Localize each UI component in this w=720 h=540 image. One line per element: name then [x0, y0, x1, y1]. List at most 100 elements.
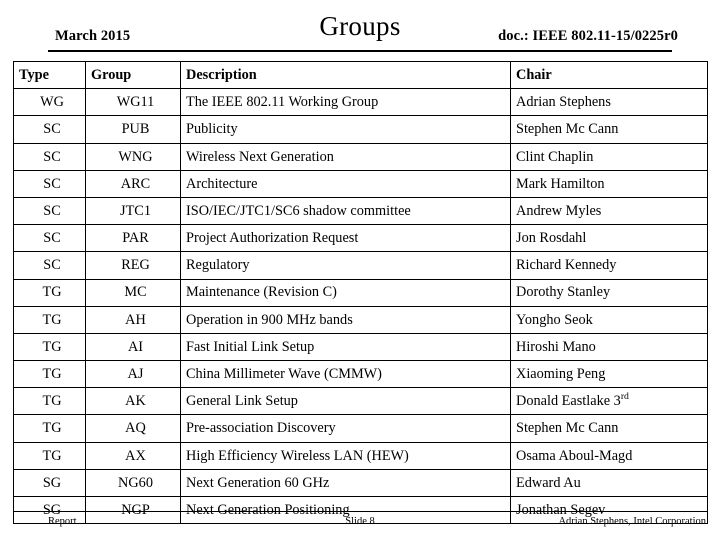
cell-group: PAR — [85, 224, 181, 253]
cell-group: AH — [85, 305, 181, 334]
header-divider — [48, 50, 672, 52]
table-row: SG NG60 Next Generation 60 GHz Edward Au — [13, 468, 708, 498]
cell-chair: Xiaoming Peng — [510, 360, 708, 389]
chair-name: Xiaoming Peng — [516, 366, 606, 382]
column-header-description: Description — [180, 60, 511, 90]
cell-description: Maintenance (Revision C) — [180, 278, 511, 307]
cell-chair: Jon Rosdahl — [510, 224, 708, 253]
cell-description: The IEEE 802.11 Working Group — [180, 88, 511, 117]
cell-chair: Clint Chaplin — [510, 142, 708, 171]
cell-type: SC — [13, 169, 86, 198]
chair-name: Donald Eastlake 3 — [516, 393, 621, 410]
cell-group: WG11 — [85, 88, 181, 117]
cell-type: SC — [13, 196, 86, 226]
cell-chair: Adrian Stephens — [510, 88, 708, 117]
table-row: SC WNG Wireless Next Generation Clint Chapl… — [13, 142, 708, 171]
cell-chair: Osama Aboul-Magd — [510, 441, 708, 470]
table-row: SC REG Regulatory Richard Kennedy — [13, 251, 708, 280]
chair-name: Stephen Mc Cann — [516, 121, 619, 138]
table-row: WG WG11 The IEEE 802.11 Working Group Adria… — [13, 88, 708, 117]
chair-name: Andrew Myles — [516, 202, 602, 219]
header-doc-reference: doc.: IEEE 802.11-15/0225r0 — [498, 28, 678, 44]
cell-description: Project Authorization Request — [180, 224, 511, 253]
cell-type: TG — [13, 387, 86, 416]
cell-chair: Hiroshi Mano — [510, 332, 708, 362]
column-header-chair: Chair — [510, 60, 708, 90]
chair-name-ordinal-suffix: rd — [620, 391, 629, 403]
cell-description: Pre-association Discovery — [180, 414, 511, 443]
chair-name: Adrian Stephens — [516, 94, 611, 111]
table-row: SC JTC1 ISO/IEC/JTC1/SC6 shadow committee A… — [13, 196, 708, 226]
chair-name: Edward Au — [516, 474, 581, 491]
cell-description: Operation in 900 MHz bands — [180, 305, 511, 334]
cell-group: AX — [85, 441, 181, 470]
groups-table-container: Type Group Description Chair WG WG11 The I… — [13, 60, 708, 525]
cell-chair: Stephen Mc Cann — [510, 414, 708, 443]
footer-divider — [13, 511, 707, 513]
table-header: Type Group Description Chair — [13, 60, 708, 90]
table-row: SC ARC Architecture Mark Hamilton — [13, 169, 708, 198]
table-row: TG AQ Pre-association Discovery Stephen Mc … — [13, 414, 708, 443]
chair-name: Clint Chaplin — [516, 148, 594, 165]
cell-chair: Dorothy Stanley — [510, 278, 708, 307]
cell-description: High Efficiency Wireless LAN (HEW) — [180, 441, 511, 470]
cell-group: PUB — [85, 115, 181, 144]
chair-name: Dorothy Stanley — [516, 284, 611, 301]
table-row: SC PUB Publicity Stephen Mc Cann — [13, 115, 708, 144]
table-row: TG MC Maintenance (Revision C) Dorothy Stan… — [13, 278, 708, 307]
cell-description: Fast Initial Link Setup — [180, 332, 511, 362]
cell-group: WNG — [85, 142, 181, 171]
chair-name: Osama Aboul-Magd — [516, 447, 633, 464]
cell-type: TG — [13, 441, 86, 470]
slide-footer: Report Slide 8 Adrian Stephens, Intel Co… — [0, 511, 720, 540]
cell-type: SC — [13, 115, 86, 144]
table-row: TG AH Operation in 900 MHz bands Yongho Seo… — [13, 305, 708, 334]
cell-group: AK — [85, 387, 181, 416]
cell-type: SG — [13, 468, 86, 498]
cell-description: Regulatory — [180, 251, 511, 280]
cell-type: TG — [13, 332, 86, 362]
table-row: TG AK General Link Setup Donald Eastlake 3r… — [13, 387, 708, 416]
cell-type: TG — [13, 305, 86, 334]
cell-group: ARC — [85, 169, 181, 198]
chair-name: Stephen Mc Cann — [516, 420, 619, 437]
chair-name: Hiroshi Mano — [516, 338, 596, 355]
cell-group: AJ — [85, 360, 181, 389]
groups-table: Type Group Description Chair WG WG11 The I… — [13, 60, 708, 525]
footer-attribution: Adrian Stephens, Intel Corporation — [558, 516, 706, 527]
cell-description: Publicity — [180, 115, 511, 144]
cell-description: Architecture — [180, 169, 511, 198]
cell-type: TG — [13, 414, 86, 443]
cell-description: Wireless Next Generation — [180, 142, 511, 171]
table-row: TG AX High Efficiency Wireless LAN (HEW) Os… — [13, 441, 708, 470]
table-header-row: Type Group Description Chair — [13, 60, 708, 90]
column-header-type: Type — [13, 60, 86, 90]
chair-name: Yongho Seok — [516, 311, 593, 328]
cell-group: JTC1 — [85, 196, 181, 226]
cell-description: Next Generation 60 GHz — [180, 468, 511, 498]
cell-chair: Stephen Mc Cann — [510, 115, 708, 144]
column-header-group: Group — [85, 60, 181, 90]
cell-chair: Edward Au — [510, 468, 708, 498]
cell-chair: Mark Hamilton — [510, 169, 708, 198]
table-row: TG AI Fast Initial Link Setup Hiroshi Mano — [13, 332, 708, 362]
cell-group: NG60 — [85, 468, 181, 498]
table-row: TG AJ China Millimeter Wave (CMMW) Xiaoming… — [13, 360, 708, 389]
cell-type: TG — [13, 360, 86, 389]
table-body: WG WG11 The IEEE 802.11 Working Group Adria… — [13, 88, 708, 525]
cell-group: REG — [85, 251, 181, 280]
cell-chair: Donald Eastlake 3rd — [510, 387, 708, 416]
cell-type: SC — [13, 251, 86, 280]
cell-chair: Andrew Myles — [510, 196, 708, 226]
cell-description: General Link Setup — [180, 387, 511, 416]
chair-name: Richard Kennedy — [516, 257, 617, 274]
cell-chair: Richard Kennedy — [510, 251, 708, 280]
cell-type: SC — [13, 142, 86, 171]
chair-name: Mark Hamilton — [516, 175, 605, 192]
cell-chair: Yongho Seok — [510, 305, 708, 334]
cell-description: ISO/IEC/JTC1/SC6 shadow committee — [180, 196, 511, 226]
cell-group: AI — [85, 332, 181, 362]
table-row: SC PAR Project Authorization Request Jon Ro… — [13, 224, 708, 253]
cell-type: WG — [13, 88, 86, 117]
cell-group: AQ — [85, 414, 181, 443]
